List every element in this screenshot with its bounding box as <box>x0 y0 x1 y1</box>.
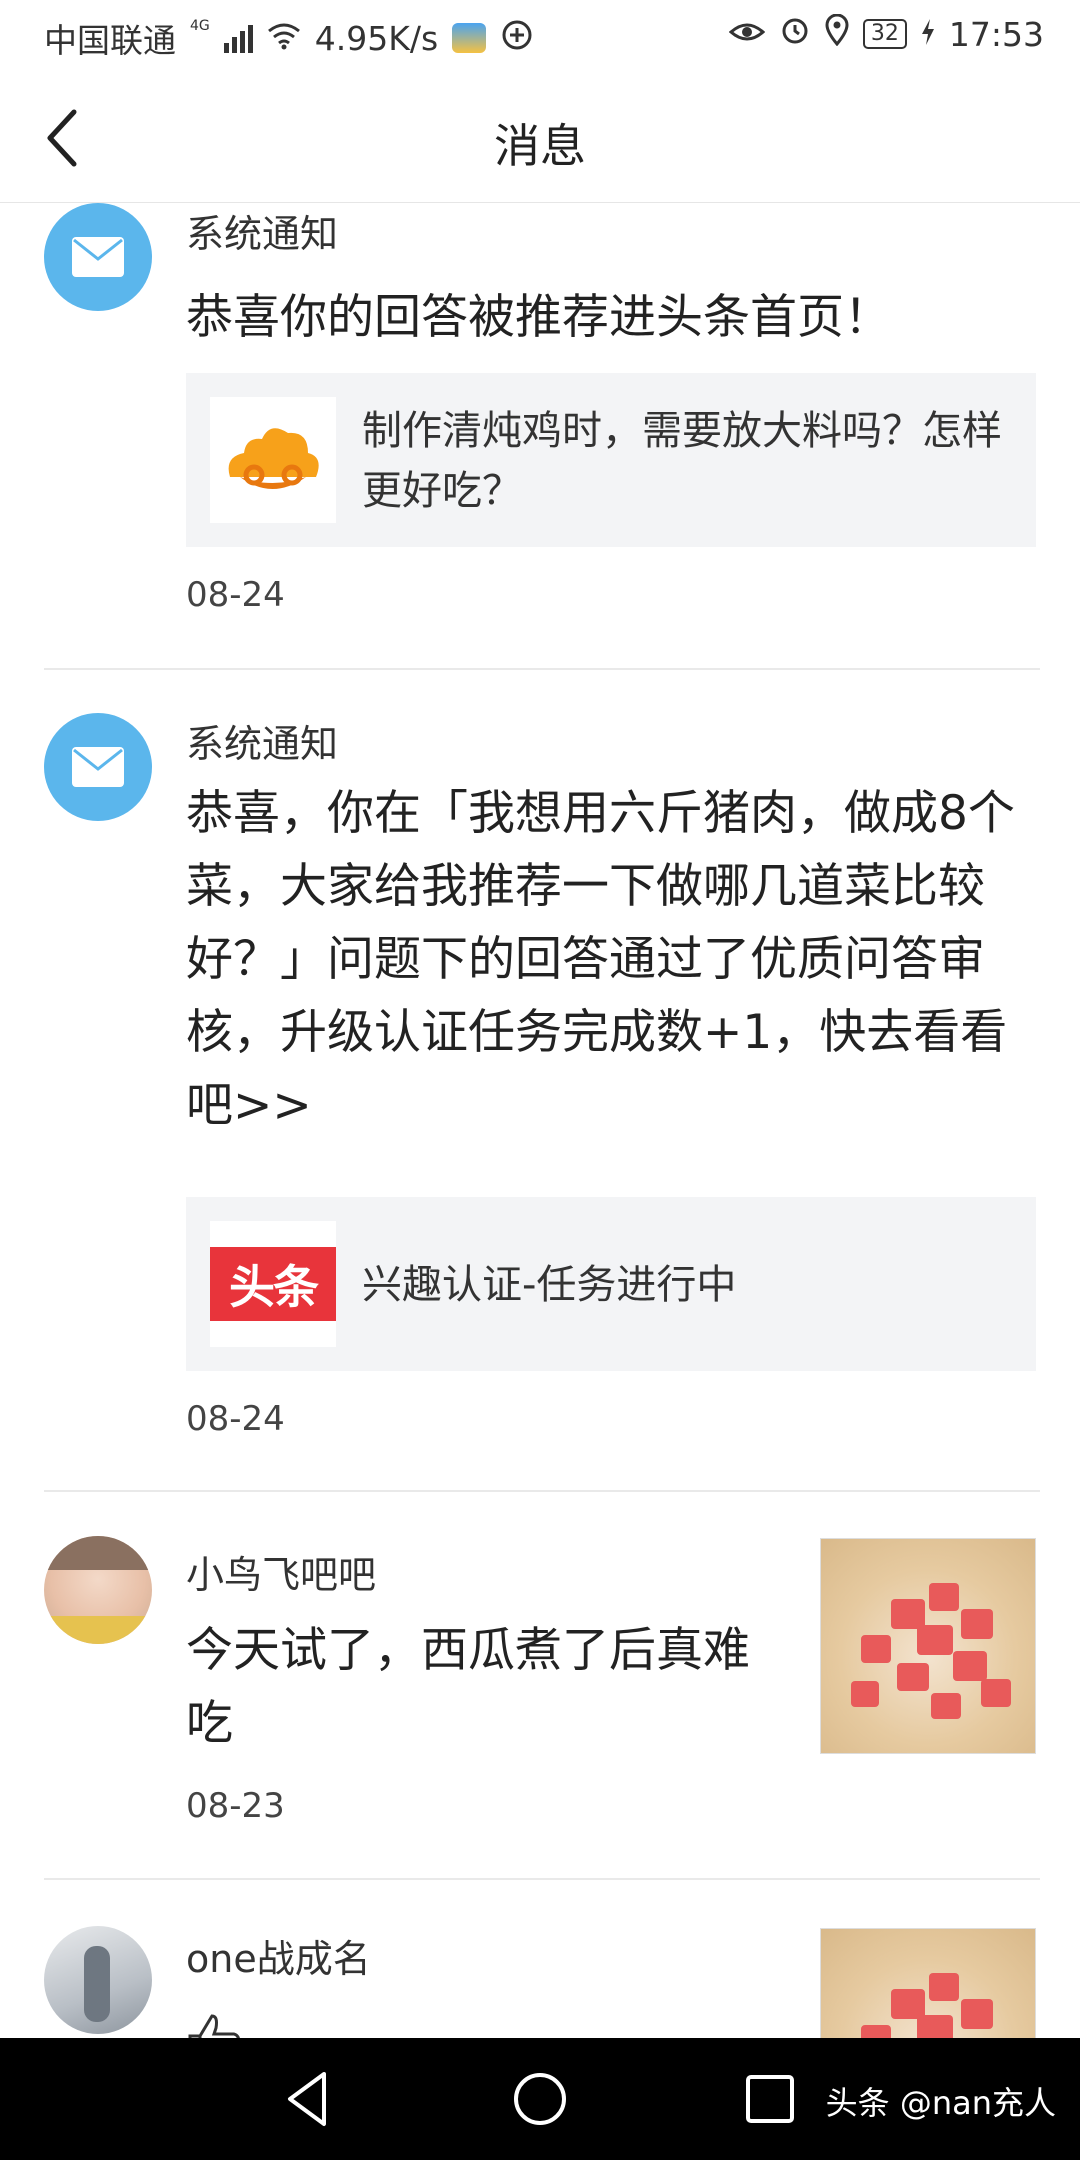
message-date: 08-24 <box>186 1399 285 1439</box>
avatar[interactable] <box>44 1926 152 2034</box>
divider <box>44 1878 1040 1880</box>
carrier-label: 中国联通 <box>44 21 176 60</box>
message-date: 08-24 <box>186 575 285 615</box>
page-title: 消息 <box>494 119 586 173</box>
home-circle-icon[interactable] <box>503 2062 577 2136</box>
wifi-icon <box>267 19 301 58</box>
net-speed: 4.95K/s <box>314 18 439 58</box>
thumbs-up-icon <box>186 2010 244 2038</box>
sender-name[interactable]: 系统通知 <box>186 203 338 258</box>
post-thumbnail[interactable] <box>820 1538 1036 1754</box>
linked-task-card[interactable]: 头条 兴趣认证-任务进行中 <box>186 1197 1036 1371</box>
shield-app-icon <box>500 19 534 58</box>
sender-name[interactable]: 小鸟飞吧吧 <box>186 1544 376 1599</box>
mail-icon <box>72 237 124 277</box>
sender-name[interactable]: one战成名 <box>186 1928 371 1983</box>
battery-level: 32 <box>862 19 907 49</box>
recent-square-icon[interactable] <box>733 2062 807 2136</box>
location-icon <box>825 13 849 54</box>
wallet-app-icon <box>452 23 487 53</box>
charging-icon <box>921 15 935 54</box>
avatar[interactable] <box>44 1536 152 1644</box>
divider <box>44 1490 1040 1492</box>
alarm-icon <box>779 14 811 54</box>
mail-icon <box>72 747 124 787</box>
cloud-logo-icon <box>210 397 336 523</box>
eye-icon <box>728 15 766 54</box>
watermark: 头条 @nan充人 <box>825 2084 1056 2122</box>
avatar[interactable] <box>44 203 152 311</box>
back-triangle-icon[interactable] <box>272 2062 346 2136</box>
message-text[interactable]: 恭喜，你在「我想用六斤猪肉，做成8个菜，大家给我推荐一下做哪几道菜比较好？」问题… <box>186 777 1046 1142</box>
avatar[interactable] <box>44 713 152 821</box>
nav-bar: 消息 <box>0 72 1080 203</box>
network-type: 4G <box>190 18 210 34</box>
toutiao-logo-label: 头条 <box>210 1247 336 1321</box>
linked-question-card[interactable]: 制作清炖鸡时，需要放大料吗？怎样更好吃？ <box>186 373 1036 547</box>
toutiao-logo: 头条 <box>210 1221 336 1347</box>
message-date: 08-23 <box>186 1786 285 1826</box>
status-left: 中国联通 4G 4.95K/s <box>44 14 534 62</box>
message-text[interactable]: 今天试了，西瓜煮了后真难吃 <box>186 1614 786 1760</box>
card-text: 制作清炖鸡时，需要放大料吗？怎样更好吃？ <box>362 408 1002 514</box>
status-bar: 中国联通 4G 4.95K/s 32 17:53 <box>0 0 1080 72</box>
status-right: 32 17:53 <box>728 13 1044 54</box>
sender-name[interactable]: 系统通知 <box>186 713 338 768</box>
divider <box>44 668 1040 670</box>
message-list[interactable]: 系统通知 恭喜你的回答被推荐进头条首页！ 制作清炖鸡时，需要放大料吗？怎样更好吃… <box>0 203 1080 2038</box>
clock-time: 17:53 <box>948 14 1044 54</box>
system-nav-bar: 头条 @nan充人 <box>0 2038 1080 2160</box>
message-text[interactable]: 恭喜你的回答被推荐进头条首页！ <box>186 281 1046 354</box>
card-text: 兴趣认证-任务进行中 <box>362 1262 737 1308</box>
signal-icon <box>223 23 253 53</box>
post-thumbnail[interactable] <box>820 1928 1036 2038</box>
